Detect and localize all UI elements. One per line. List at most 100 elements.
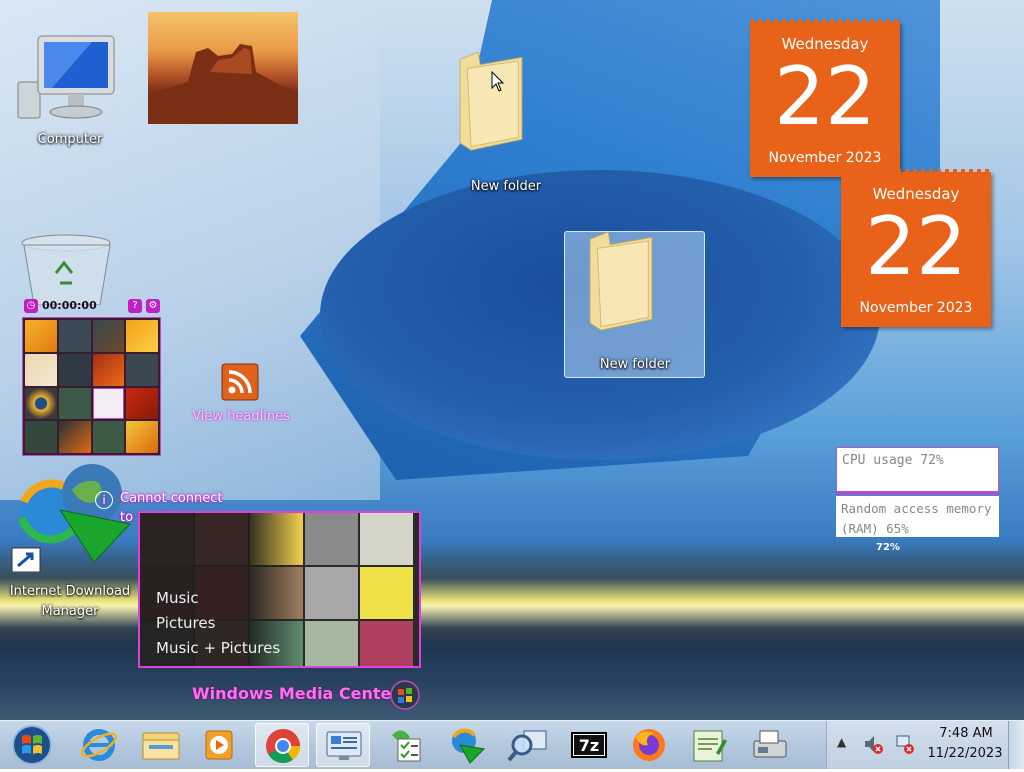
calendar-date: 22 [774, 50, 876, 143]
puzzle-tile[interactable] [126, 320, 158, 352]
connect-message-line-1: Cannot connect [120, 491, 223, 506]
media-menu-music-pictures[interactable]: Music + Pictures [156, 639, 280, 657]
puzzle-tile[interactable] [58, 387, 91, 420]
svg-text:7z: 7z [579, 736, 599, 755]
cpu-usage-label: CPU usage 72% [842, 453, 944, 468]
taskbar-chrome[interactable] [255, 723, 309, 767]
show-hidden-icons-button[interactable]: ▲ [837, 735, 846, 749]
chrome-icon [266, 729, 300, 763]
idm-taskbar-icon [452, 728, 486, 764]
slideshow-photo[interactable] [148, 12, 298, 124]
notepad-icon [693, 730, 727, 762]
desert-mesa-image [148, 44, 298, 124]
rss-headlines-label[interactable]: View headlines [186, 409, 296, 424]
media-center-logo-icon[interactable] [390, 680, 420, 710]
folder-icon[interactable] [585, 232, 657, 332]
recycle-bin-icon[interactable] [20, 233, 118, 305]
media-menu-music[interactable]: Music [156, 589, 199, 607]
puzzle-tile[interactable] [126, 353, 158, 386]
media-thumbnail [305, 513, 358, 565]
puzzle-empty-slot [92, 387, 125, 420]
checklist-icon [392, 730, 421, 762]
media-player-icon [205, 730, 233, 760]
speaker-muted-icon[interactable] [863, 733, 883, 755]
picture-puzzle-gadget[interactable]: ◷ 00:00:00 ? ⚙ [22, 298, 161, 456]
puzzle-toolbar: ◷ 00:00:00 ? ⚙ [22, 298, 161, 315]
taskbar: 7z ▲ 7:48 AM 11/22/2023 [0, 720, 1024, 769]
computer-label: Computer [37, 132, 103, 147]
puzzle-tile[interactable] [58, 421, 91, 453]
media-center-gadget[interactable]: Music Pictures Music + Pictures [138, 511, 421, 668]
folder-label: New folder [470, 179, 542, 194]
calendar-binding [841, 169, 991, 174]
media-center-title[interactable]: Windows Media Center [192, 684, 399, 703]
calendar-gadget[interactable]: Wednesday 22 November 2023 [841, 169, 991, 327]
7zip-icon: 7z [571, 732, 607, 758]
taskbar-fax-scan[interactable] [742, 723, 796, 767]
media-thumbnail [360, 621, 413, 666]
help-icon[interactable]: ? [128, 299, 142, 313]
mouse-cursor-icon [491, 71, 505, 92]
desktop[interactable]: Computer ◷ 00:00:00 ? ⚙ View headlines N… [0, 0, 1024, 720]
show-desktop-button[interactable] [1008, 721, 1024, 769]
start-button[interactable] [8, 723, 56, 767]
idm-label-line-2: Manager [41, 604, 99, 619]
puzzle-tile[interactable] [92, 353, 125, 386]
clock-date[interactable]: 11/22/2023 [925, 746, 1005, 761]
ram-usage-box: Random access memory (RAM) 65% [836, 496, 999, 537]
notification-area: ▲ 7:48 AM 11/22/2023 [826, 721, 1024, 769]
media-thumbnail [360, 513, 413, 565]
puzzle-tile[interactable] [92, 320, 125, 352]
remote-desktop-icon [326, 731, 362, 760]
cpu-usage-box: CPU usage 72% [836, 447, 999, 492]
puzzle-timer: 00:00:00 [42, 299, 97, 312]
calendar-binding [750, 19, 900, 24]
network-disconnected-icon[interactable] [895, 733, 915, 755]
puzzle-tile[interactable] [25, 320, 57, 352]
taskbar-checklist[interactable] [380, 723, 434, 767]
taskbar-file-explorer[interactable] [134, 723, 188, 767]
calendar-month: November 2023 [859, 300, 973, 316]
calendar-gadget[interactable]: Wednesday 22 November 2023 [750, 19, 900, 177]
idm-label-line-1: Internet Download [9, 584, 131, 599]
puzzle-tile[interactable] [25, 421, 57, 453]
puzzle-grid[interactable] [22, 317, 161, 456]
rss-feed-icon[interactable] [221, 363, 259, 401]
file-explorer-icon [142, 732, 180, 760]
taskbar-media-player[interactable] [192, 723, 246, 767]
fax-scanner-icon [753, 730, 787, 758]
puzzle-tile[interactable] [126, 421, 158, 453]
puzzle-tile[interactable] [25, 387, 57, 420]
ram-usage-label: Random access memory (RAM) 65% [841, 501, 992, 536]
computer-icon[interactable] [12, 32, 118, 128]
taskbar-notepad[interactable] [682, 723, 736, 767]
media-thumbnail [305, 621, 358, 666]
calendar-date: 22 [865, 200, 967, 293]
media-menu-pictures[interactable]: Pictures [156, 614, 215, 632]
puzzle-tile[interactable] [126, 387, 158, 420]
taskbar-internet-download-manager[interactable] [440, 723, 494, 767]
taskbar-internet-explorer[interactable] [72, 723, 126, 767]
info-icon: i [95, 491, 113, 509]
internet-explorer-icon [80, 729, 118, 761]
options-gear-icon[interactable]: ⚙ [146, 299, 160, 313]
calendar-month: November 2023 [768, 150, 882, 166]
cpu-meter-gadget[interactable]: CPU usage 72% Random access memory (RAM)… [836, 447, 999, 537]
folder-label: New folder [599, 357, 671, 372]
taskbar-remote-desktop[interactable] [316, 723, 370, 767]
idm-label: Internet Download Manager [0, 582, 140, 622]
puzzle-tile[interactable] [58, 353, 91, 386]
cpu-percent-small: 72% [876, 542, 900, 553]
media-thumbnail [305, 567, 358, 619]
taskbar-firefox[interactable] [622, 723, 676, 767]
internet-download-manager-icon[interactable] [10, 462, 135, 572]
taskbar-magnifier[interactable] [502, 723, 556, 767]
folder-icon[interactable] [455, 52, 527, 152]
puzzle-tile[interactable] [58, 320, 91, 352]
media-thumbnail [360, 567, 413, 619]
magnifier-icon [507, 730, 547, 762]
puzzle-tile[interactable] [92, 421, 125, 453]
clock-time[interactable]: 7:48 AM [931, 726, 1001, 741]
puzzle-tile[interactable] [25, 353, 57, 386]
taskbar-7zip[interactable]: 7z [562, 723, 616, 767]
